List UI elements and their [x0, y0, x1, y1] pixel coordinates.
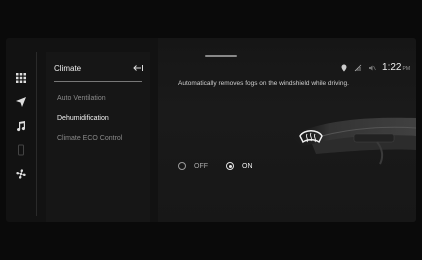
fan-icon[interactable] — [13, 166, 29, 182]
menu-item-dehumidification[interactable]: Dehumidification — [57, 115, 109, 122]
option-off[interactable]: OFF — [178, 162, 208, 170]
panel-title: Climate — [54, 64, 82, 73]
radio-off[interactable] — [178, 162, 186, 170]
climate-menu-panel: Climate Auto Ventilation Dehumidificatio… — [46, 52, 150, 222]
option-on[interactable]: ON — [226, 162, 253, 170]
navigation-icon[interactable] — [13, 94, 29, 110]
option-off-label: OFF — [194, 162, 208, 170]
feature-description: Automatically removes fogs on the windsh… — [178, 80, 349, 87]
option-on-label: ON — [242, 162, 253, 170]
app-dock — [6, 54, 36, 222]
dock-divider — [36, 52, 37, 216]
clock-ampm: PM — [402, 66, 411, 72]
location-icon — [341, 64, 347, 71]
content-area: 1:22PM Automatically removes fogs on the… — [158, 38, 416, 222]
mute-icon — [369, 65, 376, 70]
windshield-dashboard-illustration — [292, 117, 416, 165]
climate-screen: Climate Auto Ventilation Dehumidificatio… — [6, 38, 416, 222]
status-bar: 1:22PM — [340, 62, 410, 73]
radio-on[interactable] — [226, 162, 234, 170]
menu-item-auto-ventilation[interactable]: Auto Ventilation — [57, 95, 106, 102]
clock-time: 1:22 — [382, 62, 402, 73]
back-arrow-icon[interactable] — [132, 62, 144, 74]
dehumidification-toggle: OFF ON — [178, 162, 253, 170]
clock: 1:22PM — [382, 62, 410, 73]
phone-icon[interactable] — [13, 142, 29, 158]
signal-icon — [354, 64, 362, 71]
panel-divider — [54, 81, 142, 82]
grid-icon[interactable] — [13, 70, 29, 86]
music-note-icon[interactable] — [13, 118, 29, 134]
drag-handle[interactable] — [205, 55, 237, 57]
menu-item-climate-eco-control[interactable]: Climate ECO Control — [57, 135, 122, 142]
